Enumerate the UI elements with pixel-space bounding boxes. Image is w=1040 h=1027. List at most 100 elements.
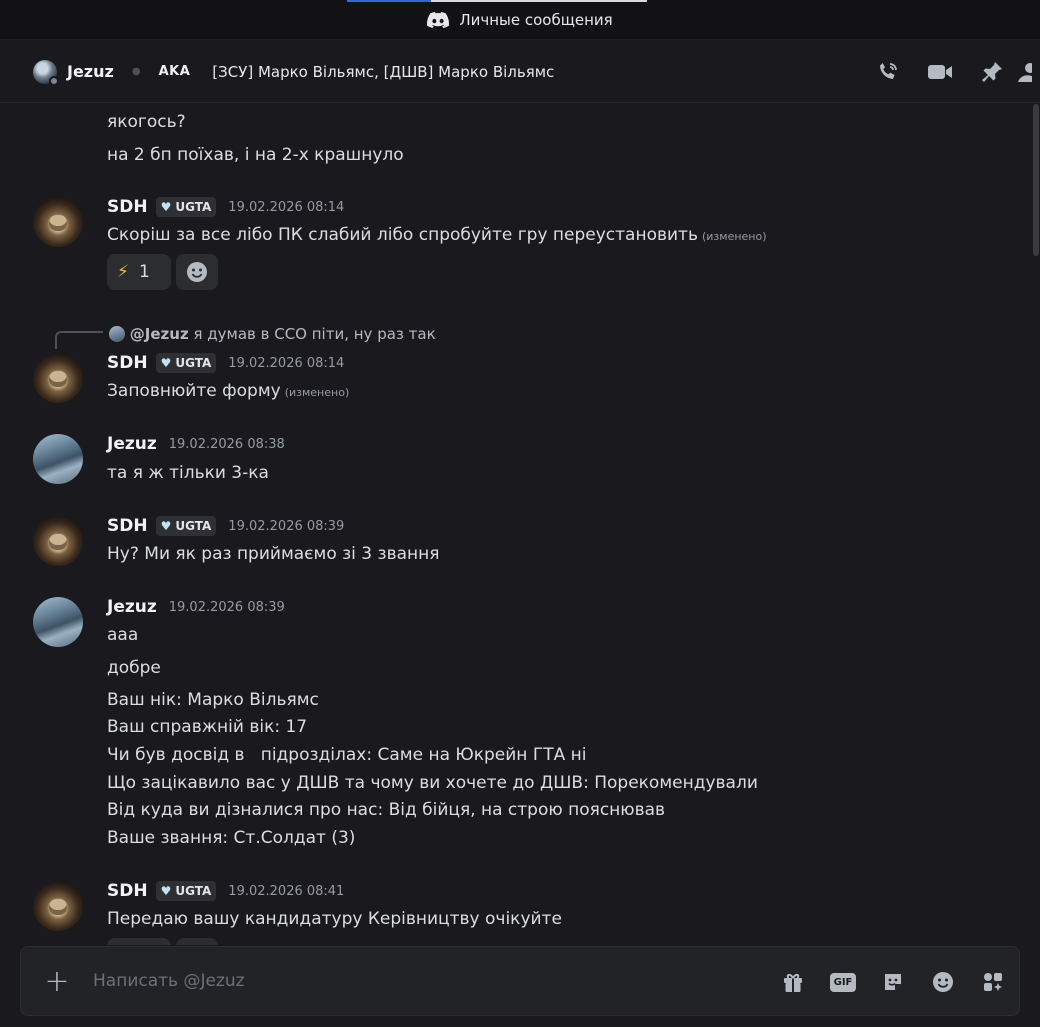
form-line: Що зацікавило вас у ДШВ та чому ви хочет…: [107, 773, 758, 793]
timestamp: 19.02.2026 08:41: [228, 883, 345, 899]
form-line: Ваш справжній вік: 17: [107, 717, 308, 737]
reaction-lightning[interactable]: ⚡ 1: [107, 254, 171, 290]
reply-text: я думав в ССО піти, ну раз так: [193, 325, 436, 343]
message-header: Jezuz 19.02.2026 08:39: [107, 597, 285, 617]
avatar-sdh[interactable]: [33, 516, 83, 566]
edited-label: (изменено): [701, 230, 767, 243]
video-call-button[interactable]: [914, 41, 966, 103]
pin-icon: [982, 62, 1002, 82]
message-composer: + Написать @Jezuz GIF: [20, 946, 1020, 1016]
window-titlebar: Личные сообщения: [0, 0, 1040, 40]
phone-icon: [880, 63, 897, 79]
lightning-icon: ⚡: [117, 262, 129, 282]
timestamp: 19.02.2026 08:38: [168, 436, 285, 452]
badge-label: UGTA: [175, 884, 212, 898]
message-line: на 2 бп поїхав, і на 2-х крашнуло: [107, 145, 404, 165]
header-separator: ●: [131, 66, 141, 77]
message-header: SDH ♥ UGTA 19.02.2026 08:14: [107, 197, 344, 217]
message-list: ▔▔▔ ▔▔ ▔▔▔▔ ▔▔▔▔ ▔▔▔▔▔ ▔▔▔ ▔▔▔▔ ▔▔▔ яког…: [0, 103, 1030, 945]
voice-call-button[interactable]: [862, 41, 914, 103]
upload-button[interactable]: +: [21, 946, 93, 1016]
add-friends-button[interactable]: [1018, 41, 1040, 103]
reply-connector: [55, 331, 103, 349]
reaction-cut[interactable]: [107, 938, 171, 945]
edited-label: (изменено): [284, 386, 350, 399]
message-input[interactable]: Написать @Jezuz: [93, 971, 245, 991]
message-header: SDH ♥ UGTA 19.02.2026 08:14: [107, 353, 344, 373]
add-reaction-button[interactable]: [176, 938, 218, 945]
avatar-sdh[interactable]: [33, 881, 83, 931]
dm-header: Jezuz ● AKA [ЗСУ] Марко Вільямс, [ДШВ] М…: [0, 41, 1040, 103]
author-name[interactable]: SDH: [107, 353, 148, 373]
badge-label: UGTA: [175, 519, 212, 533]
message-header: Jezuz 19.02.2026 08:38: [107, 434, 285, 454]
add-reaction-button[interactable]: [176, 254, 218, 290]
aka-label: AKA: [158, 64, 191, 79]
discord-icon: [427, 11, 450, 28]
author-name[interactable]: SDH: [107, 197, 148, 217]
author-name[interactable]: SDH: [107, 516, 148, 536]
sticker-icon: [885, 974, 901, 990]
heart-icon: ♥: [160, 200, 172, 214]
server-tag-badge[interactable]: ♥ UGTA: [155, 881, 217, 901]
timestamp: 19.02.2026 08:39: [168, 599, 285, 615]
badge-label: UGTA: [175, 356, 212, 370]
header-username[interactable]: Jezuz: [67, 62, 114, 81]
timestamp: 19.02.2026 08:14: [228, 199, 345, 215]
form-line: Чи був досвід в підрозділах: Саме на Юкр…: [107, 745, 587, 765]
reply-mention[interactable]: @Jezuz: [130, 325, 189, 343]
pinned-messages-button[interactable]: [966, 41, 1018, 103]
smile-icon: [933, 972, 953, 992]
camera-icon: [928, 65, 952, 79]
message-line: якогось?: [107, 112, 186, 132]
author-name[interactable]: SDH: [107, 881, 148, 901]
reply-preview[interactable]: @Jezuz я думав в ССО піти, ну раз так: [109, 325, 436, 343]
aka-names: [ЗСУ] Марко Вільямс, [ДШВ] Марко Вільямс: [212, 62, 555, 81]
message-text: Передаю вашу кандидатуру Керівництву очі…: [107, 909, 562, 929]
smile-icon: [187, 262, 207, 282]
apps-button[interactable]: [979, 968, 1007, 996]
heart-icon: ♥: [160, 884, 172, 898]
scrollbar-thumb[interactable]: [1033, 104, 1039, 256]
window-title: Личные сообщения: [459, 10, 613, 29]
timestamp: 19.02.2026 08:14: [228, 355, 345, 371]
heart-icon: ♥: [160, 519, 172, 533]
form-line: Ваш нік: Марко Вільямс: [107, 690, 319, 710]
header-avatar[interactable]: [33, 59, 59, 86]
emoji-button[interactable]: [929, 968, 957, 996]
titlebar-accent: [347, 0, 647, 2]
form-line: Від куда ви дізналися про нас: Від бійця…: [107, 800, 666, 820]
scrollbar[interactable]: [1032, 104, 1040, 944]
message-text: Ну? Ми як раз приймаємо зі 3 звання: [107, 544, 440, 564]
plus-icon: +: [44, 963, 70, 999]
avatar-jezuz[interactable]: [33, 434, 83, 484]
message-header: SDH ♥ UGTA 19.02.2026 08:41: [107, 881, 344, 901]
gift-icon: [784, 974, 802, 992]
reply-avatar: [109, 326, 125, 342]
author-name[interactable]: Jezuz: [107, 597, 157, 617]
gif-button[interactable]: GIF: [829, 968, 857, 996]
message-text: Скоріш за все лібо ПК слабий лібо спробу…: [107, 225, 698, 245]
message-header: SDH ♥ UGTA 19.02.2026 08:39: [107, 516, 344, 536]
gift-button[interactable]: [779, 968, 807, 996]
server-tag-badge[interactable]: ♥ UGTA: [155, 516, 217, 536]
author-name[interactable]: Jezuz: [107, 434, 157, 454]
heart-icon: ♥: [160, 356, 172, 370]
sticker-button[interactable]: [879, 968, 907, 996]
avatar-sdh[interactable]: [33, 353, 83, 403]
message-line: ааа: [107, 625, 139, 645]
server-tag-badge[interactable]: ♥ UGTA: [155, 353, 217, 373]
message-line: добре: [107, 658, 161, 678]
apps-icon: [984, 973, 1002, 991]
timestamp: 19.02.2026 08:39: [228, 518, 345, 534]
server-tag-badge[interactable]: ♥ UGTA: [155, 197, 217, 217]
message-content: Скоріш за все лібо ПК слабий лібо спробу…: [107, 225, 767, 245]
badge-label: UGTA: [175, 200, 212, 214]
avatar-jezuz[interactable]: [33, 597, 83, 647]
message-line-cut: ▔▔▔ ▔▔ ▔▔▔▔ ▔▔▔▔ ▔▔▔▔▔ ▔▔▔ ▔▔▔▔ ▔▔▔: [107, 103, 546, 109]
form-line: Ваше звання: Ст.Солдат (3): [107, 828, 356, 848]
status-indicator: [49, 75, 59, 86]
person-plus-icon: [1018, 63, 1032, 82]
avatar-sdh[interactable]: [33, 197, 83, 247]
gif-icon: GIF: [829, 972, 857, 992]
